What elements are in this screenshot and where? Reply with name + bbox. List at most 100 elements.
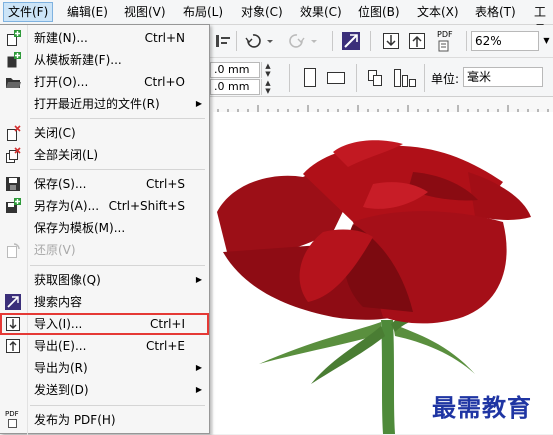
close-all-icon: [5, 147, 21, 163]
height-spinner[interactable]: ▲ ▼: [261, 79, 274, 95]
toolbar-separator: [466, 31, 467, 51]
redo-dropdown-icon[interactable]: [308, 30, 318, 52]
menu-item-send-to[interactable]: 发送到(D) ▶: [0, 379, 209, 401]
submenu-arrow-icon: ▶: [195, 275, 202, 284]
menu-item-shortcut: Ctrl+S: [145, 177, 185, 191]
redo-icon[interactable]: [286, 30, 308, 52]
menu-item-label: 搜索内容: [34, 295, 83, 309]
portrait-icon[interactable]: [299, 66, 321, 88]
menu-layout[interactable]: 布局(L): [179, 3, 227, 21]
revert-icon: [5, 242, 21, 258]
drawing-canvas[interactable]: [213, 112, 553, 434]
file-menu: 新建(N)... Ctrl+N 从模板新建(F)... 打开(O)... Ctr…: [0, 24, 210, 435]
menu-item-label: 还原(V): [34, 243, 76, 257]
width-field[interactable]: .0 mm: [210, 62, 260, 78]
menu-bar: 文件(F) 编辑(E) 视图(V) 布局(L) 对象(C) 效果(C) 位图(B…: [0, 0, 553, 37]
menu-separator: [30, 265, 205, 266]
toolbar-separator: [332, 31, 333, 51]
export-icon[interactable]: [406, 30, 428, 52]
menu-separator: [30, 405, 205, 406]
landscape-icon[interactable]: [325, 66, 347, 88]
menu-item-export[interactable]: 导出(E)... Ctrl+E: [0, 335, 209, 357]
menu-item-open-recent[interactable]: 打开最近用过的文件(R) ▶: [0, 93, 209, 115]
current-page-icon[interactable]: [392, 65, 418, 89]
menu-item-shortcut: Ctrl+I: [150, 317, 185, 331]
menu-item-label: 导出(E)...: [34, 339, 87, 353]
menu-bitmaps[interactable]: 位图(B): [354, 3, 404, 21]
undo-icon[interactable]: [242, 30, 264, 52]
save-as-icon: [5, 198, 21, 214]
submenu-arrow-icon: ▶: [195, 363, 202, 372]
menu-item-close-all[interactable]: 全部关闭(L): [0, 144, 209, 166]
menu-item-search-content[interactable]: 搜索内容: [0, 291, 209, 313]
menu-tools[interactable]: 工具: [530, 3, 553, 37]
units-label: 单位:: [431, 72, 460, 86]
import-icon: [5, 316, 21, 332]
menu-item-label: 打开(O)...: [34, 75, 89, 89]
menu-item-save-as-template[interactable]: 保存为模板(M)...: [0, 217, 209, 239]
publish-pdf-icon[interactable]: PDF: [434, 29, 460, 53]
menu-edit[interactable]: 编辑(E): [63, 3, 112, 21]
menu-item-label: 获取图像(Q): [34, 273, 101, 287]
submenu-arrow-icon: ▶: [195, 385, 202, 394]
rose-image: [217, 140, 531, 434]
menu-item-shortcut: Ctrl+E: [146, 339, 185, 353]
menu-item-close[interactable]: 关闭(C): [0, 122, 209, 144]
toolbar-separator: [236, 31, 237, 51]
publish-pdf-icon: PDF: [5, 410, 21, 428]
new-from-template-icon: [5, 52, 21, 68]
zoom-level-select[interactable]: 62%: [471, 31, 539, 51]
save-icon: [5, 176, 21, 192]
align-icon[interactable]: [212, 30, 234, 52]
all-pages-icon[interactable]: [364, 66, 386, 88]
menu-item-label: 关闭(C): [34, 126, 76, 140]
menu-item-revert: 还原(V): [0, 239, 209, 261]
export-icon: [5, 338, 21, 354]
menu-item-label: 另存为(A)...: [34, 199, 100, 213]
menu-item-label: 发送到(D): [34, 383, 89, 397]
menu-item-new[interactable]: 新建(N)... Ctrl+N: [0, 27, 209, 49]
menu-item-label: 保存(S)...: [34, 177, 87, 191]
menu-item-save-as[interactable]: 另存为(A)... Ctrl+Shift+S: [0, 195, 209, 217]
menu-separator: [30, 169, 205, 170]
menu-file[interactable]: 文件(F): [3, 2, 54, 22]
menu-table[interactable]: 表格(T): [471, 3, 520, 21]
close-document-icon: [5, 125, 21, 141]
search-content-icon: [5, 294, 21, 310]
menu-object[interactable]: 对象(C): [237, 3, 287, 21]
menu-item-label: 导出为(R): [34, 361, 88, 375]
menu-item-label: 全部关闭(L): [34, 148, 99, 162]
menu-item-shortcut: Ctrl+O: [144, 75, 185, 89]
new-document-icon: [5, 30, 21, 46]
width-spinner[interactable]: ▲ ▼: [261, 62, 274, 78]
search-content-icon[interactable]: [340, 30, 362, 52]
menu-item-publish-pdf[interactable]: PDF 发布为 PDF(H): [0, 409, 209, 431]
menu-item-new-from-template[interactable]: 从模板新建(F)...: [0, 49, 209, 71]
watermark-text: 最需教育: [432, 393, 532, 422]
horizontal-ruler: [207, 97, 553, 113]
open-folder-icon: [5, 74, 21, 90]
toolbar-separator: [289, 64, 290, 92]
menu-effects[interactable]: 效果(C): [296, 3, 346, 21]
menu-item-acquire-image[interactable]: 获取图像(Q) ▶: [0, 269, 209, 291]
menu-item-label: 导入(I)...: [34, 317, 83, 331]
units-select[interactable]: 毫米: [463, 67, 543, 87]
toolbar-separator: [424, 64, 425, 92]
chevron-down-icon[interactable]: ▼: [540, 31, 553, 51]
undo-dropdown-icon[interactable]: [264, 30, 274, 52]
menu-item-save[interactable]: 保存(S)... Ctrl+S: [0, 173, 209, 195]
menu-item-open[interactable]: 打开(O)... Ctrl+O: [0, 71, 209, 93]
menu-item-import[interactable]: 导入(I)... Ctrl+I: [0, 313, 209, 335]
menu-item-shortcut: Ctrl+N: [144, 31, 185, 45]
menu-view[interactable]: 视图(V): [120, 3, 170, 21]
height-field[interactable]: .0 mm: [210, 79, 260, 95]
menu-item-label: 发布为 PDF(H): [34, 413, 116, 427]
menu-item-label: 从模板新建(F)...: [34, 53, 122, 67]
menu-item-export-for[interactable]: 导出为(R) ▶: [0, 357, 209, 379]
submenu-arrow-icon: ▶: [195, 99, 202, 108]
menu-item-label: 打开最近用过的文件(R): [34, 97, 160, 111]
toolbar-separator: [370, 31, 371, 51]
import-icon[interactable]: [380, 30, 402, 52]
menu-text[interactable]: 文本(X): [413, 3, 463, 21]
menu-separator: [30, 118, 205, 119]
